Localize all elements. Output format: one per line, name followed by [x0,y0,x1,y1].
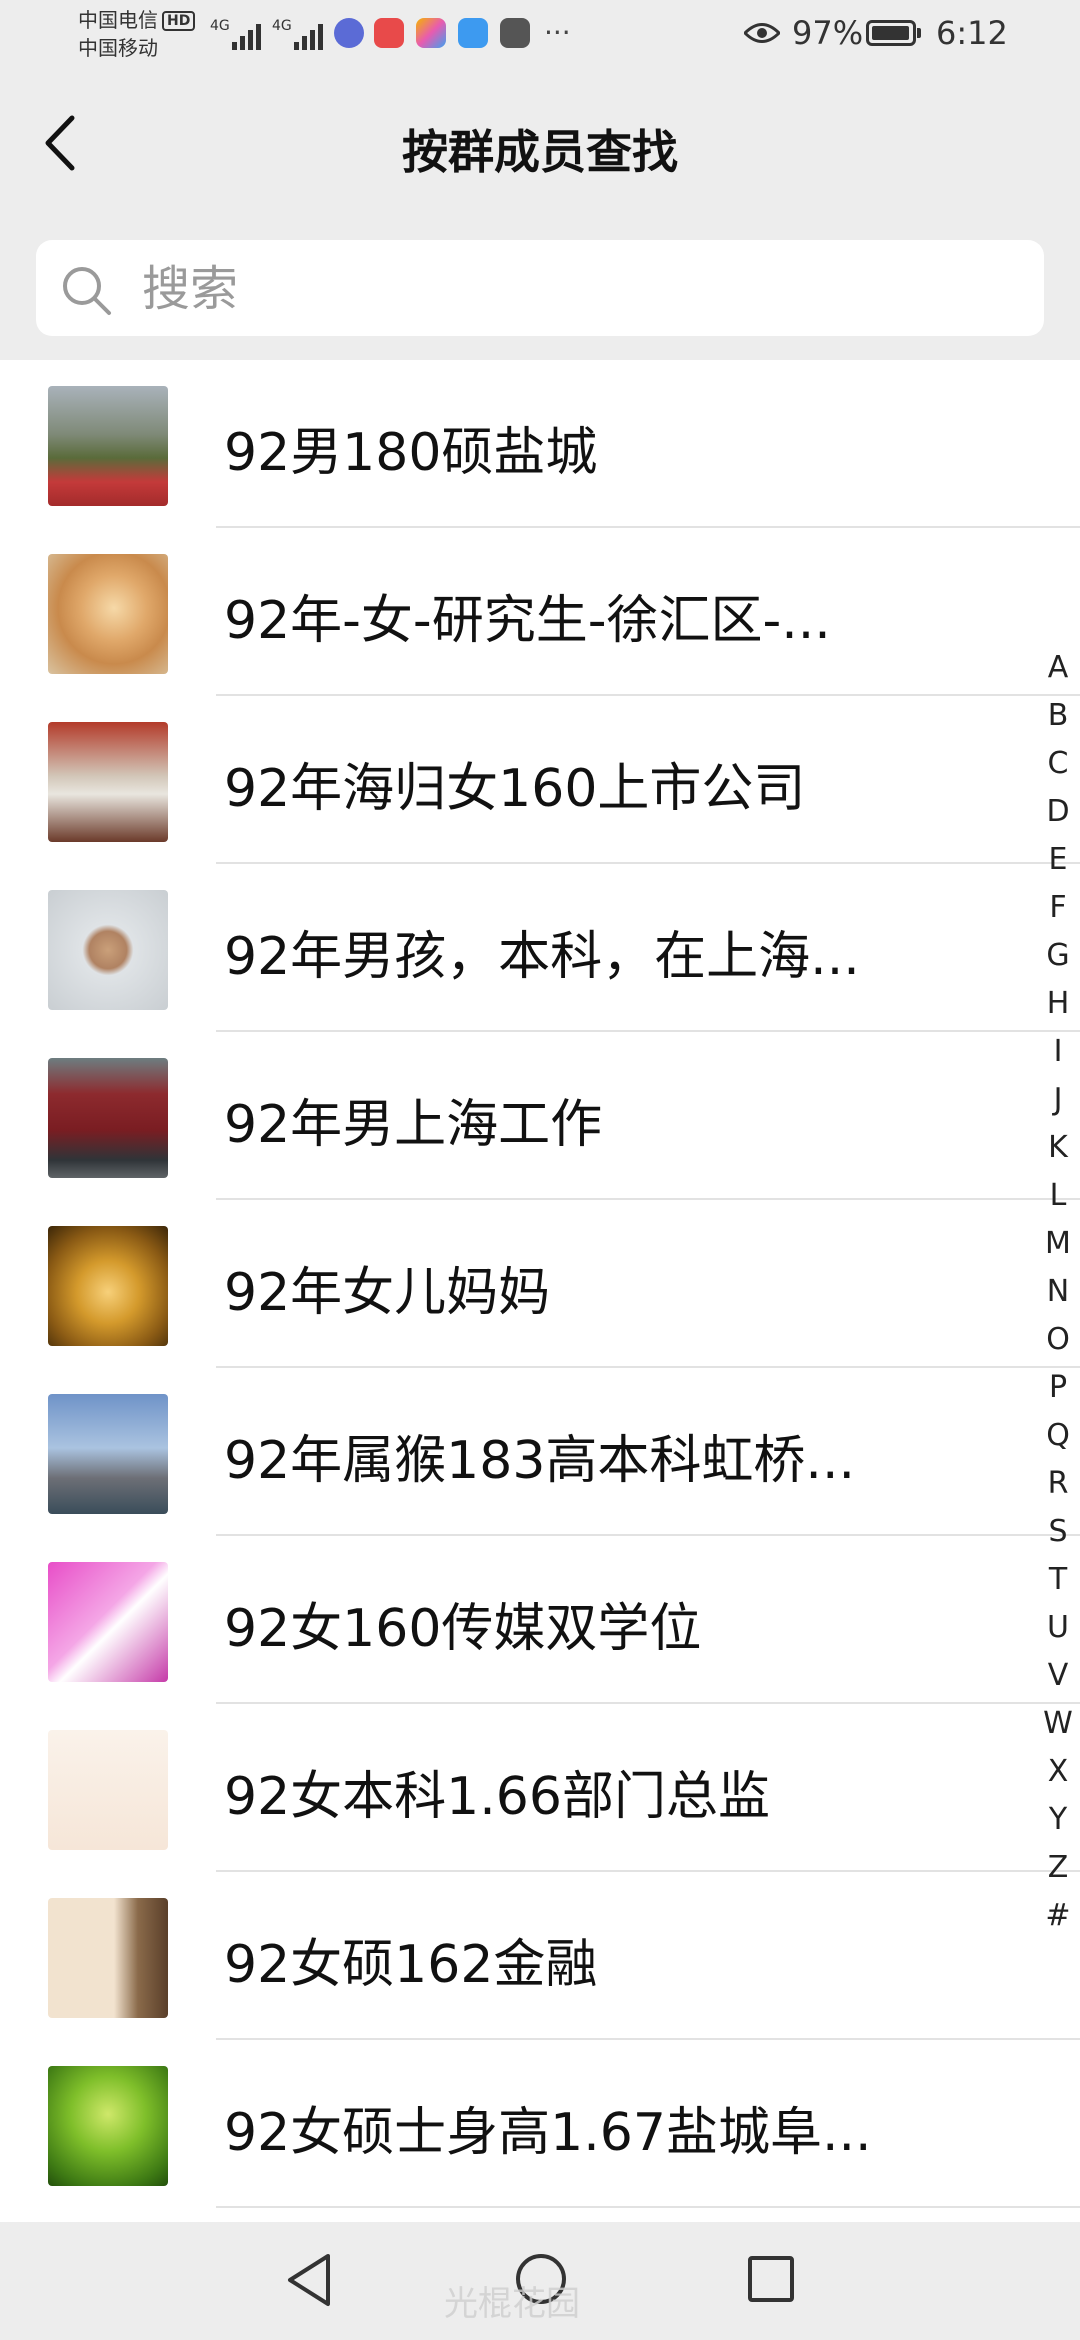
member-row[interactable]: 92女硕162金融 [0,1872,1080,2040]
index-letter[interactable]: E [1036,836,1080,884]
search-icon [63,267,111,315]
index-letter[interactable]: # [1036,1892,1080,1940]
index-letter[interactable]: K [1036,1124,1080,1172]
member-name: 92年-女-研究生-徐汇区-... [224,591,831,651]
member-row[interactable]: 92男180硕盐城 [0,360,1080,528]
avatar [48,1898,168,2018]
index-letter[interactable]: J [1036,1076,1080,1124]
member-row[interactable]: 92年-女-研究生-徐汇区-... [0,528,1080,696]
avatar [48,1730,168,1850]
index-letter[interactable]: N [1036,1268,1080,1316]
signal-icon-2 [294,20,330,50]
member-name: 92年女儿妈妈 [224,1263,551,1323]
index-letter[interactable]: U [1036,1604,1080,1652]
member-row[interactable]: 92年女儿妈妈 [0,1200,1080,1368]
network-type-1: 4G [210,18,230,34]
member-name: 92女本科1.66部门总监 [224,1767,770,1827]
member-list: 92男180硕盐城 92年-女-研究生-徐汇区-... 92年海归女160上市公司 9… [0,360,1080,2222]
member-name: 92年男孩，本科，在上海... [224,927,860,987]
clock: 6:12 [936,14,1008,52]
index-letter[interactable]: W [1036,1700,1080,1748]
member-name: 92年男上海工作 [224,1095,603,1155]
hd-badge: HD [162,11,196,31]
alphabet-index[interactable]: A B C D E F G H I J K L M N O P Q R S T U V W X Y Z # [1036,644,1080,1940]
network-type-2: 4G [272,18,292,34]
member-row[interactable]: 92女本科1.66部门总监 [0,1704,1080,1872]
avatar [48,2066,168,2186]
index-letter[interactable]: G [1036,932,1080,980]
index-letter[interactable]: M [1036,1220,1080,1268]
index-letter[interactable]: Z [1036,1844,1080,1892]
title-bar: 按群成员查找 [0,72,1080,216]
carrier-2: 中国移动 [78,36,158,60]
index-letter[interactable]: C [1036,740,1080,788]
index-letter[interactable]: S [1036,1508,1080,1556]
avatar [48,386,168,506]
nav-recents-icon[interactable] [746,2254,796,2304]
index-letter[interactable]: Q [1036,1412,1080,1460]
status-bar: 中国电信 HD 中国移动 4G 4G ··· 97% 6:12 [0,0,1080,72]
search-box[interactable] [36,240,1044,336]
avatar [48,554,168,674]
signal-icon [232,20,268,50]
huawei-app-icon [500,18,530,48]
member-name: 92男180硕盐城 [224,423,598,483]
avatar [48,1058,168,1178]
member-row[interactable]: 92女硕士身高1.67盐城阜... [0,2040,1080,2208]
index-letter[interactable]: P [1036,1364,1080,1412]
member-name: 92年属猴183高本科虹桥... [224,1431,856,1491]
index-letter[interactable]: F [1036,884,1080,932]
search-input[interactable] [140,252,1004,326]
battery-tip [917,28,921,38]
reader-app-icon [374,18,404,48]
page-title: 按群成员查找 [402,125,678,179]
index-letter[interactable]: I [1036,1028,1080,1076]
member-row[interactable]: 92年海归女160上市公司 [0,696,1080,864]
index-letter[interactable]: O [1036,1316,1080,1364]
member-row[interactable]: 92女160传媒双学位 [0,1536,1080,1704]
nav-back-icon[interactable] [284,2252,334,2308]
row-divider [216,2206,1080,2208]
index-letter[interactable]: A [1036,644,1080,692]
index-letter[interactable]: V [1036,1652,1080,1700]
member-row[interactable]: 92年男上海工作 [0,1032,1080,1200]
music-app-icon [334,18,364,48]
index-letter[interactable]: X [1036,1748,1080,1796]
member-row[interactable]: 92年属猴183高本科虹桥... [0,1368,1080,1536]
index-letter[interactable]: Y [1036,1796,1080,1844]
index-letter[interactable]: R [1036,1460,1080,1508]
carrier-1: 中国电信 [78,8,158,32]
watermark: 光棍花园 [444,2284,580,2324]
battery-icon [866,20,916,46]
battery-percent: 97% [792,14,864,52]
member-name: 92女硕士身高1.67盐城阜... [224,2103,872,2163]
index-letter[interactable]: H [1036,980,1080,1028]
member-name: 92女硕162金融 [224,1935,598,1995]
member-name: 92年海归女160上市公司 [224,759,806,819]
index-letter[interactable]: D [1036,788,1080,836]
index-letter[interactable]: L [1036,1172,1080,1220]
member-row[interactable]: 92年男孩，本科，在上海... [0,864,1080,1032]
eye-comfort-icon [744,23,780,43]
avatar [48,722,168,842]
avatar [48,890,168,1010]
more-notifications-icon: ··· [544,16,571,49]
avatar [48,1394,168,1514]
gallery-app-icon [416,18,446,48]
navigation-bar: 光棍花园 [0,2222,1080,2340]
member-name: 92女160传媒双学位 [224,1599,702,1659]
carrier-info: 中国电信 HD 中国移动 [78,6,196,62]
index-letter[interactable]: T [1036,1556,1080,1604]
avatar [48,1226,168,1346]
index-letter[interactable]: B [1036,692,1080,740]
avatar [48,1562,168,1682]
cloud-app-icon [458,18,488,48]
